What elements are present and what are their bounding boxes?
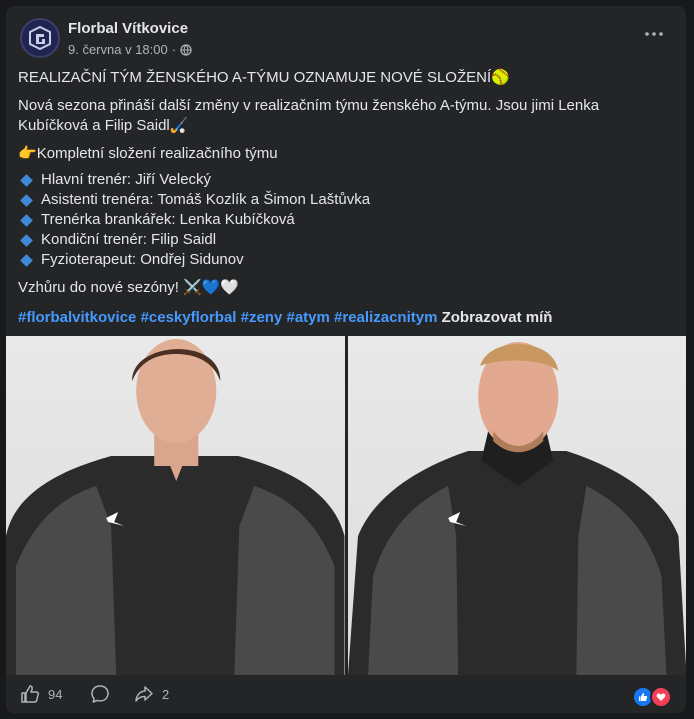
more-options-button[interactable] (638, 22, 670, 46)
blue-diamond-icon (20, 233, 33, 247)
page-name[interactable]: Florbal Vítkovice (68, 20, 188, 37)
hashtags: #florbalvitkovice #ceskyflorbal #zeny #a… (18, 308, 674, 328)
title-emoji: 🥎 (491, 69, 510, 86)
post-header: Florbal Vítkovice 9. června v 18:00 · (16, 16, 676, 60)
post-meta: 9. června v 18:00 · (68, 42, 192, 57)
share-button[interactable]: 2 (134, 684, 169, 704)
list-item: Asistenti trenéra: Tomáš Kozlík a Šimon … (18, 190, 674, 210)
intro-line-1: Nová sezona přináší další změny v realiz… (18, 97, 600, 114)
comment-icon (91, 685, 109, 703)
post-timestamp[interactable]: 9. června v 18:00 (68, 42, 168, 57)
blue-diamond-icon (20, 213, 33, 227)
staff-entry: Trenérka brankářek: Lenka Kubíčková (41, 211, 295, 228)
hashtag-link[interactable]: #florbalvitkovice (18, 309, 136, 326)
reactions-summary[interactable] (632, 686, 672, 708)
post-intro-2: Kubíčková a Filip Saidl🏑 (18, 116, 674, 136)
blue-diamond-icon (20, 193, 33, 207)
staff-entry: Fyzioterapeut: Ondřej Sidunov (41, 251, 244, 268)
photo-filip[interactable] (347, 336, 686, 675)
list-item: Kondiční trenér: Filip Saidl (18, 230, 674, 250)
list-item: Trenérka brankářek: Lenka Kubíčková (18, 210, 674, 230)
pointing-emoji: 👉 (18, 145, 37, 162)
share-count: 2 (162, 686, 170, 702)
see-less-link[interactable]: Zobrazovat míň (442, 309, 553, 326)
post-title: REALIZAČNÍ TÝM ŽENSKÉHO A-TÝMU OZNAMUJE … (18, 69, 492, 86)
list-item: Hlavní trenér: Jiří Velecký (18, 170, 674, 190)
share-icon (135, 686, 153, 702)
staff-lead-text: Kompletní složení realizačního týmu (36, 145, 278, 162)
staff-list: Hlavní trenér: Jiří Velecký Asistenti tr… (18, 170, 674, 270)
club-logo-icon (29, 25, 51, 51)
post-intro: Nová sezona přináší další změny v realiz… (18, 96, 674, 116)
closing-emojis: ⚔️💙🤍 (182, 279, 239, 296)
blue-diamond-icon (20, 253, 33, 267)
more-icon (645, 32, 663, 36)
photo-grid (6, 336, 686, 675)
meta-separator: · (171, 42, 177, 57)
post-card: Florbal Vítkovice 9. června v 18:00 · RE… (6, 6, 686, 713)
love-reaction-icon (650, 686, 672, 708)
post-text: REALIZAČNÍ TÝM ŽENSKÉHO A-TÝMU OZNAMUJE … (18, 66, 674, 328)
blue-diamond-icon (20, 173, 33, 187)
hashtag-link[interactable]: #zeny (241, 309, 283, 326)
like-button[interactable]: 94 (20, 684, 62, 704)
staff-lead: 👉Kompletní složení realizačního týmu (18, 144, 674, 164)
person-photo-female (6, 339, 345, 675)
intro-line-2: Kubíčková a Filip Saidl (18, 117, 170, 134)
person-photo-male (347, 342, 686, 675)
closing-text: Vzhůru do nové sezóny! (18, 279, 179, 296)
like-count: 94 (48, 686, 63, 702)
hashtag-link[interactable]: #ceskyflorbal (141, 309, 237, 326)
page-avatar[interactable] (20, 18, 60, 58)
hashtag-link[interactable]: #realizacnitym (334, 309, 437, 326)
post-closing: Vzhůru do nové sezóny! ⚔️💙🤍 (18, 278, 674, 298)
intro-emoji: 🏑 (169, 117, 189, 134)
post-footer: 94 2 (6, 678, 686, 713)
photo-lenka[interactable] (6, 336, 345, 675)
staff-entry: Asistenti trenéra: Tomáš Kozlík a Šimon … (41, 191, 371, 208)
staff-entry: Hlavní trenér: Jiří Velecký (41, 171, 212, 188)
hashtag-link[interactable]: #atym (287, 309, 330, 326)
comment-button[interactable] (90, 684, 110, 704)
globe-icon (180, 43, 192, 56)
post-title-line: REALIZAČNÍ TÝM ŽENSKÉHO A-TÝMU OZNAMUJE … (18, 68, 674, 88)
staff-entry: Kondiční trenér: Filip Saidl (41, 231, 217, 248)
thumb-up-icon (21, 685, 40, 703)
list-item: Fyzioterapeut: Ondřej Sidunov (18, 250, 674, 270)
